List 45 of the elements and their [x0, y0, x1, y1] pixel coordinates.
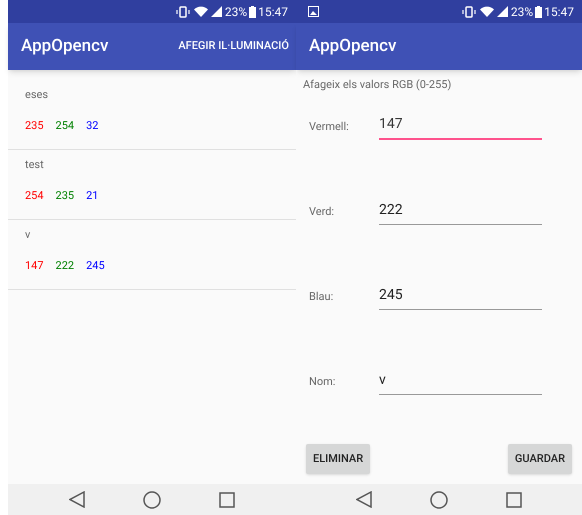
field-label: Nom:: [309, 374, 336, 390]
rgb-value: 235: [56, 189, 74, 203]
field-label: Vermell:: [309, 119, 350, 135]
wifi-icon: [194, 6, 208, 17]
rgb-value: 32: [86, 119, 98, 133]
text-field[interactable]: v: [379, 370, 542, 394]
rgb-value: 147: [25, 259, 44, 273]
app-title: AppOpencv: [21, 34, 108, 58]
text-field[interactable]: 147: [379, 116, 542, 140]
recents-icon[interactable]: [219, 492, 235, 508]
home-icon[interactable]: [143, 490, 161, 508]
text-field[interactable]: 222: [379, 200, 542, 224]
field-label: Verd:: [309, 204, 336, 220]
image-icon: [308, 6, 319, 17]
item-name: eses: [25, 88, 50, 102]
home-icon[interactable]: [430, 490, 448, 508]
back-icon[interactable]: [69, 491, 85, 508]
battery-icon: [535, 6, 542, 18]
wifi-icon: [480, 6, 494, 17]
rgb-value: 254: [25, 189, 44, 203]
rgb-value: 254: [56, 119, 74, 133]
signal-icon: [496, 6, 508, 17]
battery-icon: [249, 6, 256, 18]
battery-percent: 23%: [224, 4, 248, 20]
instruction-text: Afageix els valors RGB (0-255): [302, 77, 452, 93]
item-name: v: [25, 228, 32, 242]
text-field[interactable]: 245: [379, 286, 542, 310]
battery-percent: 23%: [510, 4, 534, 20]
signal-icon: [210, 6, 222, 17]
app-title: AppOpencv: [309, 34, 396, 58]
add-lighting-action[interactable]: AFEGIR IL·LUMINACIÓ: [178, 38, 289, 55]
back-icon[interactable]: [356, 491, 372, 508]
recents-icon[interactable]: [506, 492, 522, 508]
field-label: Blau:: [309, 289, 334, 305]
vibrate-icon: [462, 6, 476, 18]
rgb-value: 245: [86, 259, 105, 273]
vibrate-icon: [176, 6, 190, 18]
clock: 15:47: [258, 4, 288, 20]
action-button[interactable]: GUARDAR: [508, 444, 572, 474]
action-button[interactable]: ELIMINAR: [306, 444, 370, 474]
item-name: test: [25, 158, 45, 172]
rgb-value: 235: [25, 119, 44, 133]
rgb-value: 222: [56, 259, 74, 273]
rgb-value: 21: [86, 189, 98, 203]
clock: 15:47: [544, 4, 574, 20]
